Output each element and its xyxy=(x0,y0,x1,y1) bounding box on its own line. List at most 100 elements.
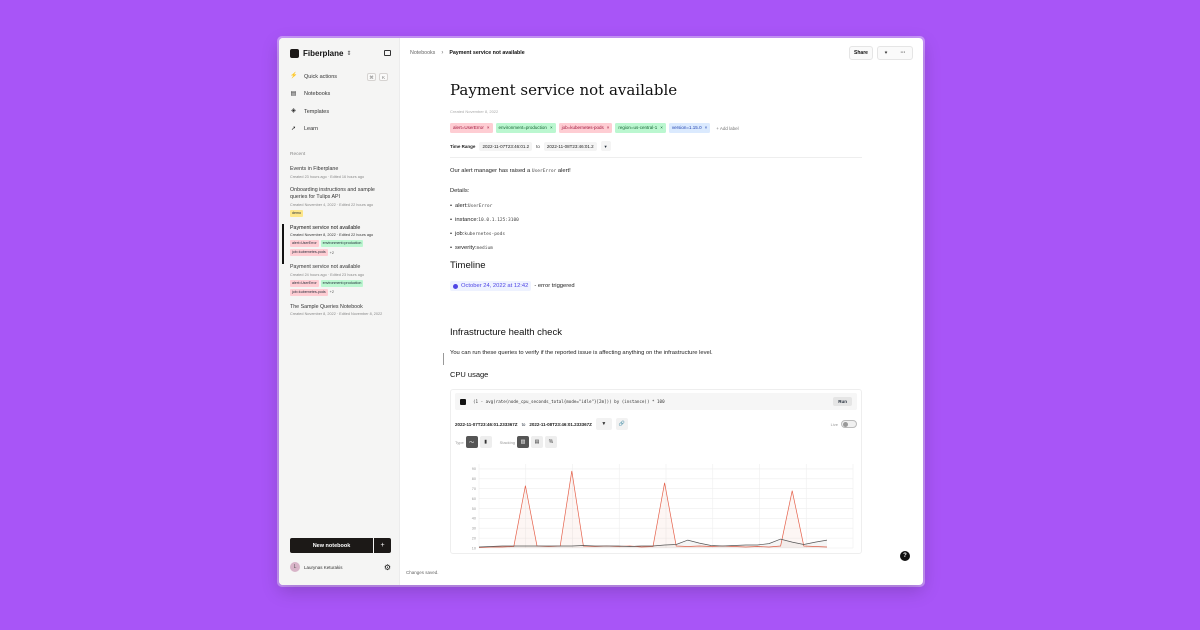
close-icon[interactable]: × xyxy=(487,125,490,130)
intro-code: UserError xyxy=(531,169,557,174)
notebook-content: Payment service not available Created No… xyxy=(443,68,865,554)
avatar: L xyxy=(290,562,300,572)
sidebar-toggle-icon[interactable] xyxy=(384,50,391,56)
detail-item[interactable]: job:kubernetes-pods xyxy=(450,231,865,237)
intro-before: Our alert manager has raised a xyxy=(450,168,531,174)
live-switch[interactable] xyxy=(841,420,857,428)
bar-chart-icon[interactable]: ▮ xyxy=(479,436,492,448)
prometheus-icon xyxy=(460,398,466,405)
nav-learn[interactable]: ➚ Learn xyxy=(279,121,399,139)
chevron-updown-icon[interactable]: ⇕ xyxy=(346,50,351,57)
shortcut-key: K xyxy=(379,72,388,81)
cell-time-to-word: to xyxy=(521,421,526,427)
label-chip[interactable]: version=1.15.0 × xyxy=(668,123,711,133)
recent-tag: environment=production xyxy=(320,240,364,247)
recent-title: Events in Fiberplane xyxy=(290,166,339,172)
timestamp-chip[interactable]: October 24, 2022 at 12:42 xyxy=(450,281,532,291)
detail-key: job: xyxy=(455,231,465,237)
type-label: Type xyxy=(455,439,464,445)
nav-templates[interactable]: ◈ Templates xyxy=(279,103,399,121)
run-button[interactable]: Run xyxy=(833,397,852,406)
recent-meta: Created November 4, 2022 · Edited 22 hou… xyxy=(290,202,374,207)
detail-item[interactable]: instance:10.0.1.125:3100 xyxy=(450,217,865,223)
label-chip[interactable]: region=us-central-1 × xyxy=(615,123,666,133)
recent-notebook-item[interactable]: Payment service not available Created 24… xyxy=(279,264,399,296)
new-notebook-options-button[interactable]: + xyxy=(374,538,391,553)
nav-notebooks[interactable]: ▤ Notebooks xyxy=(279,86,399,104)
recent-notebook-item[interactable]: Events in Fiberplane Created 23 hours ag… xyxy=(279,166,399,179)
recent-meta: Created November 8, 2022 · Edited 22 hou… xyxy=(290,233,374,237)
help-button[interactable]: ? xyxy=(900,551,910,561)
label-chip[interactable]: alert=UserError × xyxy=(450,123,493,133)
recent-meta: Created 24 hours ago · Edited 23 hours a… xyxy=(290,272,365,277)
close-icon[interactable]: × xyxy=(660,125,663,130)
chart-options: Type 〜 ▮ Stacking ▥ ▤ % xyxy=(455,436,857,448)
recent-notebook-item[interactable]: Payment service not available Created No… xyxy=(279,223,399,263)
notebook-title[interactable]: Payment service not available xyxy=(450,81,865,99)
recent-tag: job=kubernetes-pods xyxy=(290,249,328,256)
chevron-down-icon[interactable]: ▼ xyxy=(600,141,611,151)
user-profile[interactable]: L Laurynas Keturakis ⚙ xyxy=(290,561,391,573)
live-label: Live xyxy=(830,421,838,427)
recent-tag: demo xyxy=(290,209,303,217)
label-text: environment=production xyxy=(498,125,547,130)
new-notebook-group: New notebook + xyxy=(290,538,391,553)
cell-time-to[interactable]: 2022-11-08T23:46:01.233367Z xyxy=(529,422,592,427)
recent-heading: Recent xyxy=(290,152,306,157)
nav-label: Notebooks xyxy=(304,91,331,98)
created-date: Created November 8, 2022 xyxy=(450,109,499,114)
workspace-name: Fiberplane xyxy=(303,48,344,58)
close-icon[interactable]: × xyxy=(550,125,553,130)
stacked-icon[interactable]: ▤ xyxy=(531,436,544,448)
percentage-icon[interactable]: % xyxy=(545,436,558,448)
recent-meta: Created November 8, 2022 · Edited Novemb… xyxy=(290,312,383,316)
query-input[interactable]: (1 - avg(rate(node_cpu_seconds_total{mod… xyxy=(473,399,665,404)
breadcrumb-current: Payment service not available xyxy=(449,50,525,56)
breadcrumb-notebooks[interactable]: Notebooks xyxy=(410,50,435,56)
timestamp-text: October 24, 2022 at 12:42 xyxy=(461,283,529,289)
new-notebook-button[interactable]: New notebook xyxy=(290,538,373,553)
y-tick-label: 10 xyxy=(472,546,476,550)
recent-notebook-item[interactable]: Onboarding instructions and sample queri… xyxy=(279,187,399,217)
gear-icon[interactable]: ⚙ xyxy=(384,563,391,572)
detail-item[interactable]: alert:UserError xyxy=(450,203,865,209)
cpu-heading[interactable]: CPU usage xyxy=(450,370,865,379)
time-range-to[interactable]: 2022-11-08T23:46:01.2 xyxy=(543,141,597,151)
recent-meta: Created 23 hours ago · Edited 16 hours a… xyxy=(290,174,365,179)
y-tick-label: 50 xyxy=(472,507,476,511)
line-chart-icon[interactable]: 〜 xyxy=(465,436,478,448)
no-stacking-icon[interactable]: ▥ xyxy=(517,436,530,448)
live-toggle[interactable]: Live xyxy=(831,420,857,428)
detail-item[interactable]: severity:medium xyxy=(450,245,865,251)
time-range-to-word: to xyxy=(536,143,540,149)
rocket-icon: ➚ xyxy=(290,125,297,132)
label-chip[interactable]: job=kubernetes-pods × xyxy=(558,123,613,133)
details-label[interactable]: Details: xyxy=(450,188,865,194)
y-tick-label: 80 xyxy=(472,477,476,481)
notebooks-icon: ▤ xyxy=(290,90,297,97)
detail-key: severity: xyxy=(455,245,477,251)
divider xyxy=(450,157,862,158)
close-icon[interactable]: × xyxy=(607,125,610,130)
intro-paragraph[interactable]: Our alert manager has raised a UserError… xyxy=(450,168,865,174)
chevron-down-icon[interactable]: ▼ xyxy=(595,418,612,430)
fork-icon[interactable]: ⑂ xyxy=(884,50,887,56)
share-button[interactable]: Share xyxy=(849,46,873,60)
recent-tag-list: alert=UserError environment=production job… xyxy=(290,240,388,256)
add-label-button[interactable]: + Add label xyxy=(716,126,738,131)
recent-notebook-item[interactable]: The Sample Queries Notebook Created Nove… xyxy=(279,304,399,317)
close-icon[interactable]: × xyxy=(705,125,708,130)
more-icon[interactable]: ··· xyxy=(900,50,905,56)
y-tick-label: 30 xyxy=(472,527,476,531)
cell-time-from[interactable]: 2022-11-07T23:46:01.233367Z xyxy=(455,422,518,427)
infra-paragraph[interactable]: You can run these queries to verify if t… xyxy=(450,350,865,356)
timeline-heading[interactable]: Timeline xyxy=(450,260,865,271)
more-tags: +2 xyxy=(329,290,335,294)
label-chip[interactable]: environment=production × xyxy=(495,123,556,133)
workspace-header[interactable]: Fiberplane ⇕ xyxy=(279,38,399,68)
link-icon[interactable]: 🔗 xyxy=(615,418,628,430)
nav-quick-actions[interactable]: ⚡ Quick actions ⌘ K xyxy=(279,68,399,86)
timeline-entry: October 24, 2022 at 12:42 - error trigge… xyxy=(450,281,865,291)
time-range-from[interactable]: 2022-11-07T23:46:01.2 xyxy=(479,141,533,151)
infra-heading[interactable]: Infrastructure health check xyxy=(450,327,865,338)
